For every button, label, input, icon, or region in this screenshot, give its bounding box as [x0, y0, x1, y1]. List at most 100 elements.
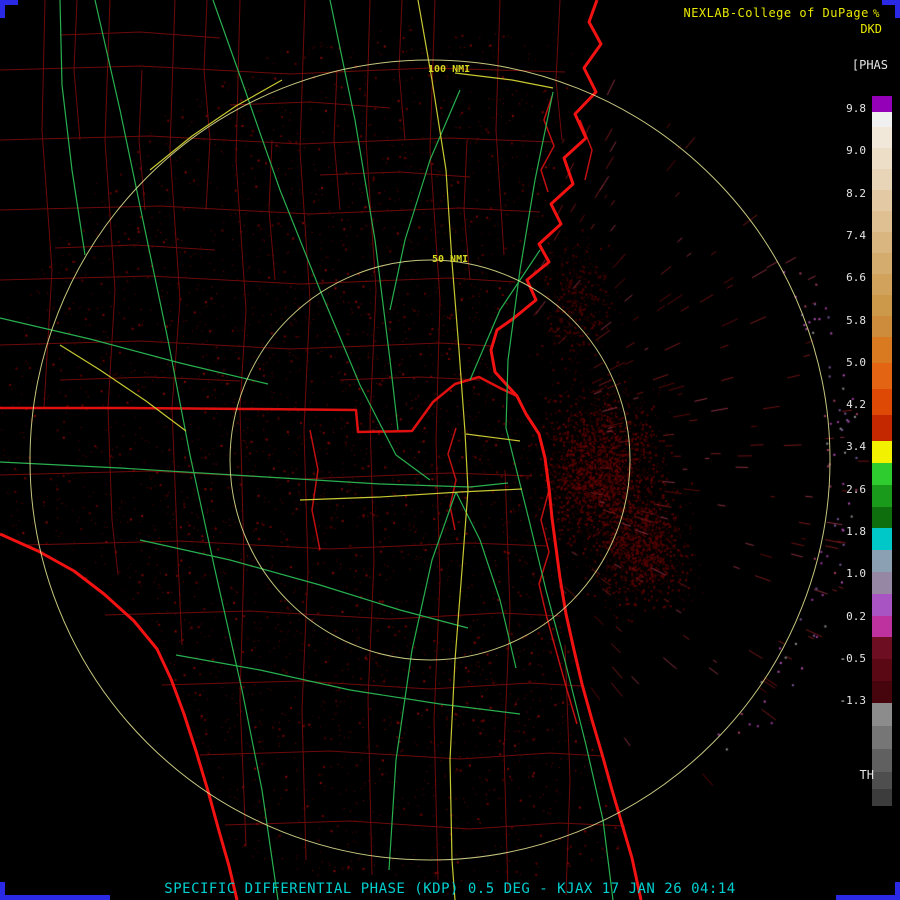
colorbar-segment	[872, 749, 892, 772]
county-boundary	[319, 171, 471, 178]
county-boundary	[229, 101, 391, 109]
highway-yellow	[299, 488, 523, 501]
county-boundary	[429, 0, 441, 881]
colorbar-segment	[872, 112, 892, 127]
colorbar-units-label: [PHAS	[851, 58, 888, 72]
highway-green	[505, 91, 614, 900]
colorbar-tick-label: 5.8	[846, 313, 866, 327]
range-ring	[229, 259, 631, 661]
county-boundary	[0, 65, 566, 75]
colorbar-segment	[872, 485, 892, 507]
cod-logo-icon: %	[872, 7, 880, 20]
colorbar-tick-label: -1.3	[839, 694, 867, 708]
colorbar-tick-label: 7.4	[846, 228, 866, 242]
colorbar-segment	[872, 295, 892, 316]
colorbar-segment	[872, 274, 892, 295]
county-boundary	[0, 470, 533, 480]
colorbar-segment	[872, 594, 892, 616]
colorbar-segment	[872, 316, 892, 337]
county-boundary	[299, 0, 311, 861]
highway-green	[94, 0, 279, 900]
highway-green	[0, 461, 509, 488]
colorbar-tick-label: 1.0	[846, 567, 866, 581]
colorbar-segment	[872, 616, 892, 637]
colorbar-segment	[872, 703, 892, 726]
colorbar-segment	[872, 96, 892, 112]
corner-mark-top-left	[0, 0, 18, 18]
colorbar-segment	[872, 528, 892, 550]
coastline	[0, 532, 239, 900]
county-boundary	[339, 376, 481, 381]
county-boundary	[24, 540, 549, 550]
colorbar-tick-label: 9.8	[846, 102, 866, 115]
highway-yellow	[465, 433, 521, 442]
status-bar: SPECIFIC DIFFERENTIAL PHASE (KDP) 0.5 DE…	[164, 881, 736, 897]
county-boundary	[73, 0, 81, 141]
colorbar-segment	[872, 726, 892, 749]
county-boundary	[398, 0, 406, 141]
colorbar-tick-label: 5.0	[846, 355, 866, 369]
range-ring-label-100nmi: 100 NMI	[428, 64, 471, 75]
county-boundary	[495, 0, 505, 256]
colorbar-tick-label: 8.2	[846, 186, 866, 200]
colorbar-bottom-label: TH	[859, 768, 874, 782]
colorbar-segment	[872, 211, 892, 232]
colorbar-segment	[872, 507, 892, 528]
county-boundary	[104, 610, 561, 620]
colorbar-segment	[872, 169, 892, 190]
corner-mark-top-right	[882, 0, 900, 18]
colorbar-segment	[872, 363, 892, 389]
county-boundary	[203, 0, 211, 211]
river	[538, 489, 578, 725]
highway-green	[388, 491, 457, 871]
colorbar	[872, 96, 892, 806]
county-boundary	[199, 750, 603, 760]
colorbar-segment	[872, 659, 892, 681]
river	[447, 427, 457, 531]
county-boundary	[104, 0, 119, 576]
county-boundary	[0, 340, 493, 350]
county-boundary	[0, 205, 541, 215]
colorbar-segment	[872, 550, 892, 572]
colorbar-segment	[872, 572, 892, 594]
highway-green	[469, 249, 541, 381]
colorbar-tick-label: 3.4	[846, 440, 866, 454]
county-boundary	[365, 0, 377, 876]
range-ring	[29, 59, 831, 861]
county-boundary	[333, 69, 341, 211]
brand-text: NEXLAB-College of DuPage%	[683, 6, 880, 20]
county-boundary	[224, 820, 626, 830]
highway-green	[389, 89, 461, 311]
county-boundary	[138, 69, 146, 211]
colorbar-tick-label: -0.5	[839, 651, 867, 665]
highway-green	[329, 0, 399, 431]
colorbar-segment	[872, 253, 892, 274]
brand-label: NEXLAB-College of DuPage	[683, 6, 869, 20]
range-ring-label-50nmi: 50 NMI	[432, 254, 469, 265]
colorbar-segment	[872, 148, 892, 169]
county-boundary	[161, 680, 583, 690]
product-code-label: DKD	[860, 22, 882, 36]
colorbar-segment	[872, 337, 892, 363]
colorbar-segment	[872, 789, 892, 806]
highway-green	[59, 0, 86, 256]
county-boundary	[0, 135, 553, 145]
county-boundary	[564, 644, 571, 896]
colorbar-tick-label: 9.0	[846, 144, 866, 158]
colorbar-segment	[872, 441, 892, 463]
colorbar-tick-label: 1.8	[846, 525, 866, 538]
colorbar-segment	[872, 232, 892, 253]
river	[309, 429, 321, 551]
colorbar-segment	[872, 681, 892, 703]
colorbar-tick-label: 0.2	[846, 609, 866, 623]
colorbar-tick-label: 2.6	[846, 482, 866, 496]
county-boundary	[59, 31, 221, 39]
county-boundary	[41, 0, 53, 409]
coastline	[489, 0, 643, 900]
highway-yellow	[449, 489, 469, 900]
radar-display: 100 NMI 50 NMI NEXLAB-College of DuPage%…	[0, 0, 900, 900]
highway-green	[175, 654, 521, 715]
colorbar-tick-label: 4.2	[846, 398, 866, 412]
colorbar-segment	[872, 127, 892, 148]
colorbar-tick-label: 6.6	[846, 271, 866, 285]
